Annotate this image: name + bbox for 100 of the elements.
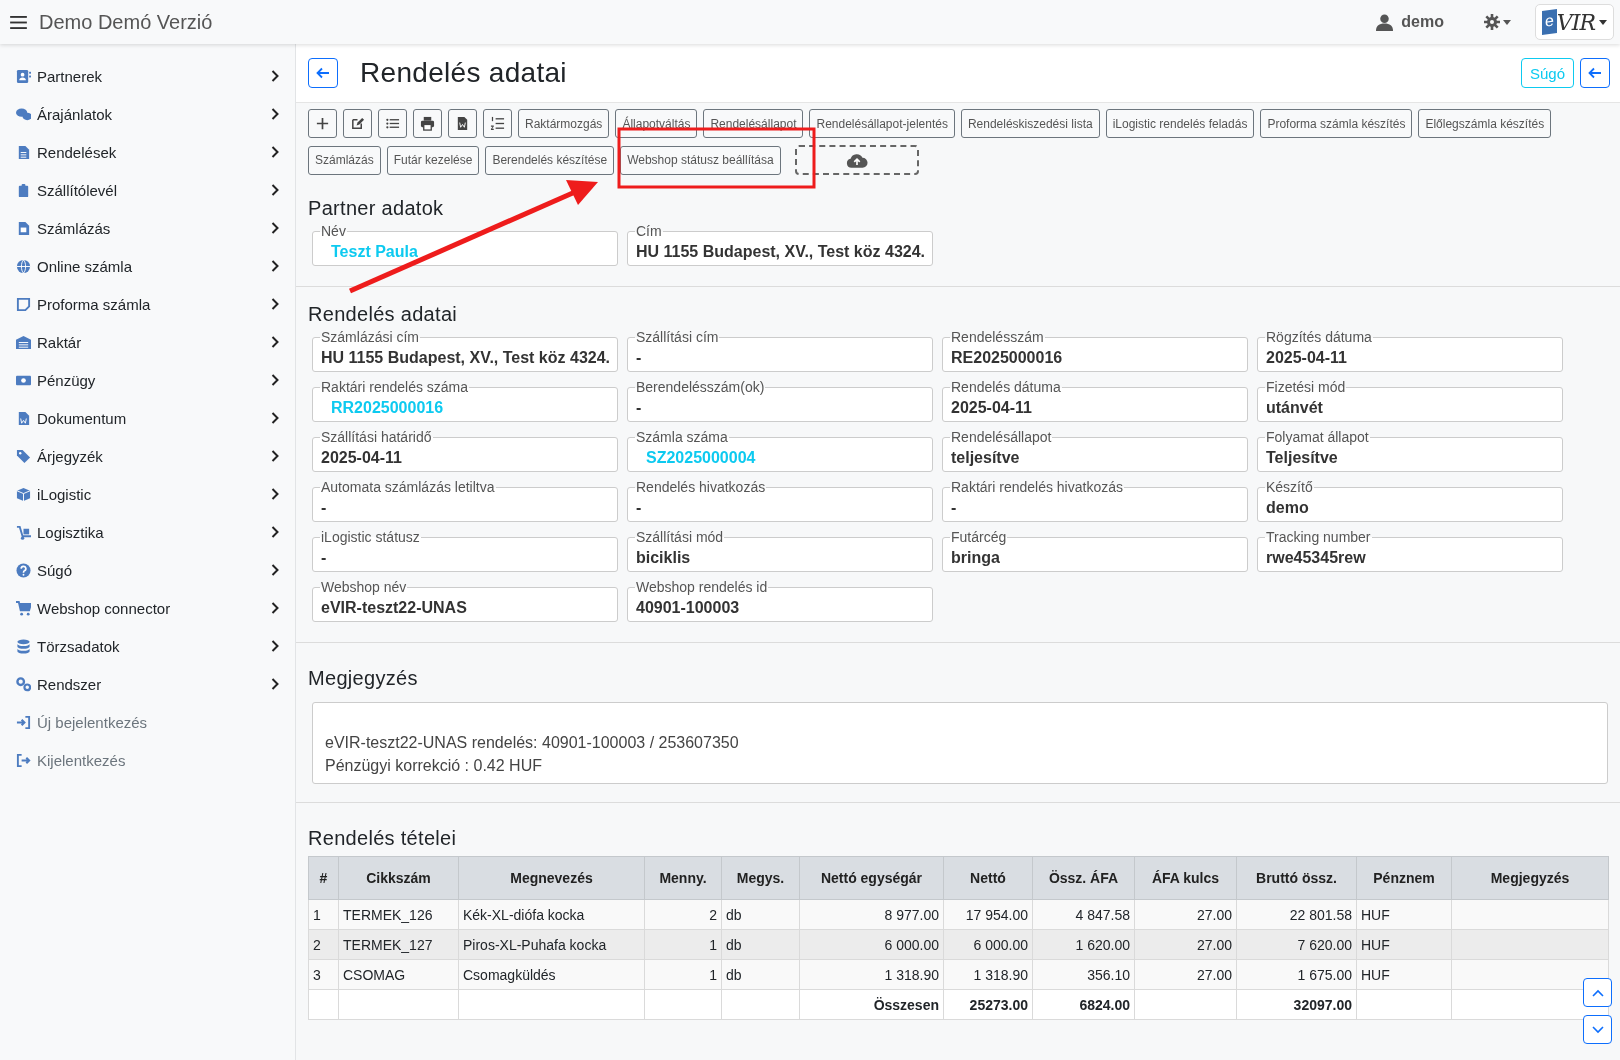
sidebar-item[interactable]: Árjegyzék <box>0 437 295 475</box>
toolbar-button[interactable]: Rendelésállapot-jelentés <box>809 109 955 138</box>
sidebar-label: iLogistic <box>37 485 93 503</box>
table-cell: 2 <box>308 929 339 960</box>
toolbar-button[interactable] <box>448 109 477 138</box>
toolbar-button[interactable]: Berendelés készítése <box>485 145 615 175</box>
list-icon <box>385 116 400 131</box>
sidebar-item[interactable]: Kijelentkezés <box>0 741 295 779</box>
toolbar-button[interactable] <box>378 109 407 138</box>
field-label: Cím <box>635 224 663 239</box>
scroll-down-button[interactable] <box>1583 1015 1612 1044</box>
sidebar-item[interactable]: iLogistic <box>0 475 295 513</box>
toolbar-button[interactable]: Proforma számla készítés <box>1260 109 1413 138</box>
toolbar-button[interactable]: Rendelésállapot <box>703 109 804 138</box>
back-button[interactable] <box>308 58 338 88</box>
sidebar-item[interactable]: Pénzügy <box>0 361 295 399</box>
sidebar-item[interactable]: Logisztika <box>0 513 295 551</box>
table-cell: 27.00 <box>1134 959 1237 990</box>
sidebar-item[interactable]: Szállítólevél <box>0 171 295 209</box>
table-cell: Piros-XL-Puhafa kocka <box>458 929 645 960</box>
chevron-right-icon <box>271 336 279 348</box>
box-icon <box>16 486 31 502</box>
chat-bubbles-icon <box>16 106 31 122</box>
column-header: Megjegyzés <box>1451 856 1609 900</box>
table-cell: 2 <box>644 899 722 930</box>
user-menu[interactable]: demo <box>1376 13 1444 31</box>
toolbar-button[interactable]: Raktármozgás <box>518 109 610 138</box>
toolbar-button[interactable] <box>343 109 372 138</box>
sidebar-item[interactable]: Új bejelentkezés <box>0 703 295 741</box>
sidebar-label: Online számla <box>37 257 134 275</box>
toolbar-button[interactable]: iLogistic rendelés feladás <box>1105 109 1255 138</box>
toolbar-button[interactable]: Állapotváltás <box>615 109 698 138</box>
logo-menu[interactable]: e VIR <box>1534 4 1614 40</box>
toolbar-button[interactable]: Futár kezelése <box>386 145 480 175</box>
note-text: eVIR-teszt22-UNAS rendelés: 40901-100003 / 253607350 <box>325 733 740 753</box>
sidebar-label: Logisztika <box>37 523 105 541</box>
menu-icon[interactable] <box>10 15 27 29</box>
table-cell: 1 <box>644 929 722 960</box>
sidebar-item[interactable]: Rendszer <box>0 665 295 703</box>
sidebar-item[interactable]: Árajánlatok <box>0 95 295 133</box>
sidebar-label: Árajánlatok <box>37 105 114 123</box>
table-cell: 6 000.00 <box>943 929 1033 960</box>
chevron-right-icon <box>271 298 279 310</box>
sidebar-item[interactable]: Törzsadatok <box>0 627 295 665</box>
sidebar-item[interactable]: Dokumentum <box>0 399 295 437</box>
field-value: eVIR-teszt22-UNAS <box>321 599 467 617</box>
column-header: Menny. <box>644 856 722 900</box>
sidebar-item[interactable]: Proforma számla <box>0 285 295 323</box>
chevron-right-icon <box>271 146 279 158</box>
chevron-right-icon <box>271 222 279 234</box>
sidebar-item[interactable]: Rendelések <box>0 133 295 171</box>
chevron-right-icon <box>271 374 279 386</box>
sidebar-item[interactable]: Raktár <box>0 323 295 361</box>
sidebar-label: Webshop connector <box>37 599 172 617</box>
toolbar-button[interactable]: Rendeléskiszedési lista <box>960 109 1100 138</box>
sidebar-item[interactable]: Webshop connector <box>0 589 295 627</box>
hand-truck-icon <box>16 524 31 540</box>
toolbar-button[interactable] <box>483 109 512 138</box>
sign-in-icon <box>16 714 31 730</box>
toolbar-button[interactable]: Webshop státusz beállítása <box>620 145 781 175</box>
field-value: HU 1155 Budapest, XV., Test köz 4324. <box>636 243 926 261</box>
field-label: Berendelésszám(ok) <box>635 380 766 395</box>
caret-icon <box>1599 19 1607 25</box>
sidebar-item[interactable]: Súgó <box>0 551 295 589</box>
field-label: Név <box>320 224 347 239</box>
back-button[interactable] <box>1580 58 1610 88</box>
toolbar-button[interactable] <box>413 109 442 138</box>
note-text: Pénzügyi korrekció : 0.42 HUF <box>325 756 543 776</box>
cart-icon <box>16 600 31 616</box>
field-value: RE2025000016 <box>951 349 1063 367</box>
settings-menu[interactable] <box>1483 14 1511 30</box>
gears-icon <box>16 676 31 692</box>
table-cell: db <box>721 929 800 960</box>
scroll-up-button[interactable] <box>1583 978 1612 1007</box>
warehouse-icon <box>16 334 31 350</box>
sidebar-label: Dokumentum <box>37 409 128 427</box>
field-value: 2025-04-11 <box>951 399 1032 417</box>
sidebar-item[interactable]: Számlázás <box>0 209 295 247</box>
sign-out-icon <box>16 752 31 768</box>
chevron-right-icon <box>271 450 279 462</box>
column-header: # <box>308 856 339 900</box>
toolbar-button[interactable] <box>308 109 337 138</box>
word-file-icon <box>455 116 470 131</box>
cloud-upload-icon <box>845 152 868 168</box>
tags-icon <box>16 448 31 464</box>
field-value: - <box>321 549 327 567</box>
sidebar-label: Rendszer <box>37 675 103 693</box>
toolbar-button[interactable]: Előlegszámla készítés <box>1418 109 1552 138</box>
user-icon <box>1376 13 1394 31</box>
table-cell: Csomagküldés <box>458 959 645 990</box>
plus-icon <box>315 116 330 131</box>
sidebar-item[interactable]: Partnerek <box>0 57 295 95</box>
numbered-list-icon <box>490 116 505 131</box>
sidebar-item[interactable]: Online számla <box>0 247 295 285</box>
sidebar-label: Pénzügy <box>37 371 97 389</box>
chevron-right-icon <box>271 678 279 690</box>
toolbar-button[interactable]: Számlázás <box>308 145 381 175</box>
upload-dropzone[interactable] <box>794 145 919 175</box>
table-cell: 17 954.00 <box>943 899 1033 930</box>
field-label: iLogistic státusz <box>320 530 421 545</box>
